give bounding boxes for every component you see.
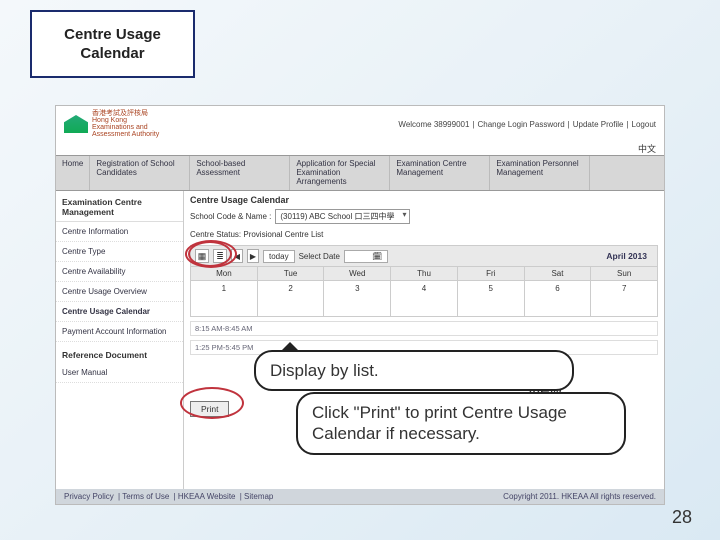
pane-title: Centre Usage Calendar <box>190 195 658 205</box>
slide-title: Centre Usage Calendar <box>32 25 193 64</box>
print-button[interactable]: Print <box>190 401 229 417</box>
dow-sat: Sat <box>525 267 592 280</box>
footer-sitemap[interactable]: Sitemap <box>244 492 273 501</box>
callout-print: Click "Print" to print Centre Usage Cale… <box>296 392 626 455</box>
view-list-icon[interactable]: ≣ <box>213 249 227 263</box>
cal-cell[interactable]: 7 <box>591 281 657 316</box>
sidebar-item-centre-avail[interactable]: Centre Availability <box>56 262 183 282</box>
sidebar-item-usage-overview[interactable]: Centre Usage Overview <box>56 282 183 302</box>
logo-icon <box>64 115 88 133</box>
nav-exam-personnel[interactable]: Examination Personnel Management <box>490 156 590 190</box>
callout-display-by-list: Display by list. <box>254 350 574 391</box>
footer-terms[interactable]: Terms of Use <box>122 492 169 501</box>
school-label: School Code & Name : <box>190 212 271 221</box>
select-date-label: Select Date <box>299 252 340 261</box>
timeslot-1: 8:15 AM-8:45 AM <box>190 321 658 336</box>
callout-2-text: Click "Print" to print Centre Usage Cale… <box>312 403 567 443</box>
cal-cell[interactable]: 6 <box>525 281 592 316</box>
link-change-password[interactable]: Change Login Password <box>478 120 565 129</box>
centre-status: Centre Status: Provisional Centre List <box>190 230 323 239</box>
page-number: 28 <box>672 507 692 528</box>
logo-en1: Hong Kong <box>92 117 159 124</box>
logo-text: 香港考試及評核局 Hong Kong Examinations and Asse… <box>92 110 159 138</box>
cal-cell[interactable]: 3 <box>324 281 391 316</box>
sidebar-title: Examination Centre Management <box>56 195 183 222</box>
calendar-body-row: 1 2 3 4 5 6 7 <box>190 281 658 317</box>
welcome-text: Welcome 38999001 <box>398 120 469 129</box>
view-calendar-icon[interactable]: ▦ <box>195 249 209 263</box>
footer-hkeaa[interactable]: HKEAA Website <box>178 492 236 501</box>
sidebar-item-usage-calendar[interactable]: Centre Usage Calendar <box>56 302 183 322</box>
nav-registration[interactable]: Registration of School Candidates <box>90 156 190 190</box>
dow-fri: Fri <box>458 267 525 280</box>
dow-thu: Thu <box>391 267 458 280</box>
footer: Privacy Policy | Terms of Use | HKEAA We… <box>56 489 664 504</box>
calendar-toolbar: ▦ ≣ ◀ ▶ today Select Date 🗓 April 2013 <box>190 245 658 267</box>
today-button[interactable]: today <box>263 250 295 263</box>
sidebar-item-centre-info[interactable]: Centre Information <box>56 222 183 242</box>
cal-cell[interactable]: 4 <box>391 281 458 316</box>
status-row: Centre Status: Provisional Centre List <box>190 230 658 239</box>
dow-wed: Wed <box>324 267 391 280</box>
sidebar: Examination Centre Management Centre Inf… <box>56 191 184 499</box>
dow-tue: Tue <box>258 267 325 280</box>
logo-zh: 香港考試及評核局 <box>92 110 159 117</box>
sidebar-item-payment[interactable]: Payment Account Information <box>56 322 183 342</box>
nav-sea[interactable]: Application for Special Examination Arra… <box>290 156 390 190</box>
next-month-button[interactable]: ▶ <box>247 249 259 263</box>
callout-1-text: Display by list. <box>270 361 379 380</box>
school-select[interactable]: (30119) ABC School 口三四中學 <box>275 209 409 224</box>
cal-cell[interactable]: 1 <box>191 281 258 316</box>
sidebar-item-centre-type[interactable]: Centre Type <box>56 242 183 262</box>
school-row: School Code & Name : (30119) ABC School … <box>190 209 658 224</box>
main-nav: Home Registration of School Candidates S… <box>56 155 664 191</box>
footer-copyright: Copyright 2011. HKEAA All rights reserve… <box>503 492 656 501</box>
prev-month-button[interactable]: ◀ <box>231 249 243 263</box>
nav-sba[interactable]: School-based Assessment <box>190 156 290 190</box>
footer-links: Privacy Policy | Terms of Use | HKEAA We… <box>64 492 275 501</box>
month-label: April 2013 <box>606 251 647 261</box>
link-update-profile[interactable]: Update Profile <box>573 120 624 129</box>
logo-en3: Assessment Authority <box>92 131 159 138</box>
cal-cell[interactable]: 5 <box>458 281 525 316</box>
sidebar-ref-title: Reference Document <box>56 342 183 363</box>
language-toggle[interactable]: 中文 <box>56 142 664 155</box>
logo-en2: Examinations and <box>92 124 159 131</box>
dow-sun: Sun <box>591 267 657 280</box>
nav-home[interactable]: Home <box>56 156 90 190</box>
date-input[interactable]: 🗓 <box>344 250 388 263</box>
footer-privacy[interactable]: Privacy Policy <box>64 492 114 501</box>
slide-title-box: Centre Usage Calendar <box>30 10 195 78</box>
logo: 香港考試及評核局 Hong Kong Examinations and Asse… <box>64 110 159 138</box>
nav-exam-centre[interactable]: Examination Centre Management <box>390 156 490 190</box>
header-links: Welcome 38999001 | Change Login Password… <box>398 120 656 129</box>
dow-mon: Mon <box>191 267 258 280</box>
annotation-oval-toolbar <box>185 240 237 268</box>
app-header: 香港考試及評核局 Hong Kong Examinations and Asse… <box>56 106 664 142</box>
sidebar-item-user-manual[interactable]: User Manual <box>56 363 183 383</box>
calendar-header-row: Mon Tue Wed Thu Fri Sat Sun <box>190 267 658 281</box>
cal-cell[interactable]: 2 <box>258 281 325 316</box>
link-logout[interactable]: Logout <box>632 120 656 129</box>
